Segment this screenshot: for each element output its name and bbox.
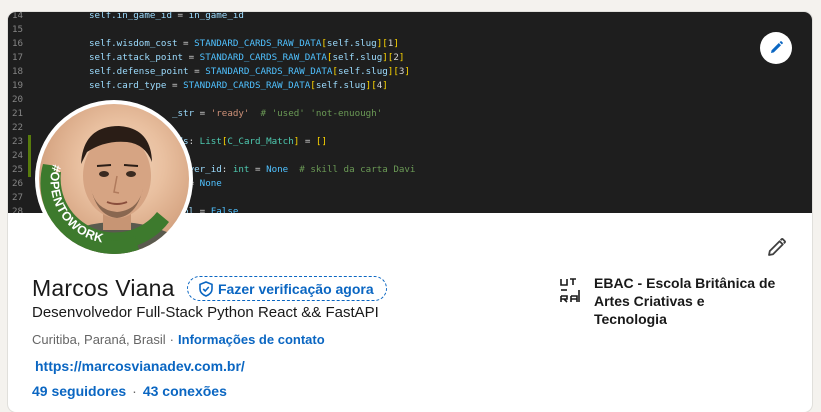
line-number: 28 — [12, 206, 24, 213]
code-line: 16 self.wisdom_cost = STANDARD_CARDS_RAW_… — [8, 37, 812, 51]
edit-intro-button[interactable] — [760, 232, 792, 264]
ebac-logo — [558, 274, 582, 304]
line-number: 22 — [12, 122, 24, 133]
line-number: 26 — [12, 178, 24, 189]
line-number: 16 — [12, 38, 24, 49]
profile-name: Marcos Viana — [32, 275, 175, 301]
network-stats: 49 seguidores · 43 conexões — [32, 383, 227, 399]
code-text: self.in_game_id = in_game_id — [89, 12, 244, 21]
line-number: 27 — [12, 192, 24, 203]
avatar-portrait: #OPENTOWORK — [39, 126, 189, 254]
contact-info-link[interactable]: Informações de contato — [178, 332, 325, 347]
location-text: Curitiba, Paraná, Brasil — [32, 332, 166, 347]
verify-now-label: Fazer verificação agora — [218, 280, 374, 297]
profile-photo[interactable]: #OPENTOWORK — [35, 100, 193, 258]
shield-check-icon — [199, 280, 213, 297]
line-number: 19 — [12, 80, 24, 91]
website-link[interactable]: https://marcosvianadev.com.br/ — [35, 358, 245, 374]
location-row: Curitiba, Paraná, Brasil · Informações d… — [32, 332, 325, 347]
education-name: EBAC - Escola Britânica de Artes Criativ… — [594, 275, 776, 327]
location-separator: · — [169, 332, 175, 347]
code-line: 19 self.card_type = STANDARD_CARDS_RAW_DA… — [8, 79, 812, 93]
line-number: 21 — [12, 108, 24, 119]
verify-now-button[interactable]: Fazer verificação agora — [187, 276, 387, 301]
pencil-icon — [768, 238, 786, 256]
pencil-icon — [771, 41, 783, 53]
code-text: self.card_type = STANDARD_CARDS_RAW_DATA… — [89, 80, 388, 91]
git-modified-bar — [28, 149, 31, 163]
code-line: 18 self.defense_point = STANDARD_CARDS_RA… — [8, 65, 812, 79]
line-number: 17 — [12, 52, 24, 63]
line-number: 18 — [12, 66, 24, 77]
education-entry[interactable]: EBAC - Escola Britânica de Artes Criativ… — [558, 274, 780, 328]
connections-link[interactable]: 43 conexões — [143, 383, 227, 399]
avatar: #OPENTOWORK — [39, 104, 189, 254]
code-text: self.attack_point = STANDARD_CARDS_RAW_D… — [89, 52, 405, 63]
code-line: 15 — [8, 23, 812, 37]
line-number: 15 — [12, 24, 24, 35]
code-line: 17 self.attack_point = STANDARD_CARDS_RAW… — [8, 51, 812, 65]
git-modified-bar — [28, 135, 31, 149]
stats-separator: · — [132, 383, 137, 399]
followers-link[interactable]: 49 seguidores — [32, 383, 126, 399]
profile-headline: Desenvolvedor Full-Stack Python React &&… — [32, 304, 379, 321]
profile-card: 14 self.in_game_id = in_game_id 15 16 self.w… — [8, 12, 812, 412]
code-line: 14 self.in_game_id = in_game_id — [8, 12, 812, 23]
ebac-logo-mark — [560, 278, 580, 303]
edit-banner-button[interactable] — [760, 32, 792, 64]
git-modified-bar — [28, 163, 31, 177]
line-number: 14 — [12, 12, 24, 21]
line-number: 20 — [12, 94, 24, 105]
code-text: self.defense_point = STANDARD_CARDS_RAW_… — [89, 66, 410, 77]
code-text: self.wisdom_cost = STANDARD_CARDS_RAW_DA… — [89, 38, 399, 49]
